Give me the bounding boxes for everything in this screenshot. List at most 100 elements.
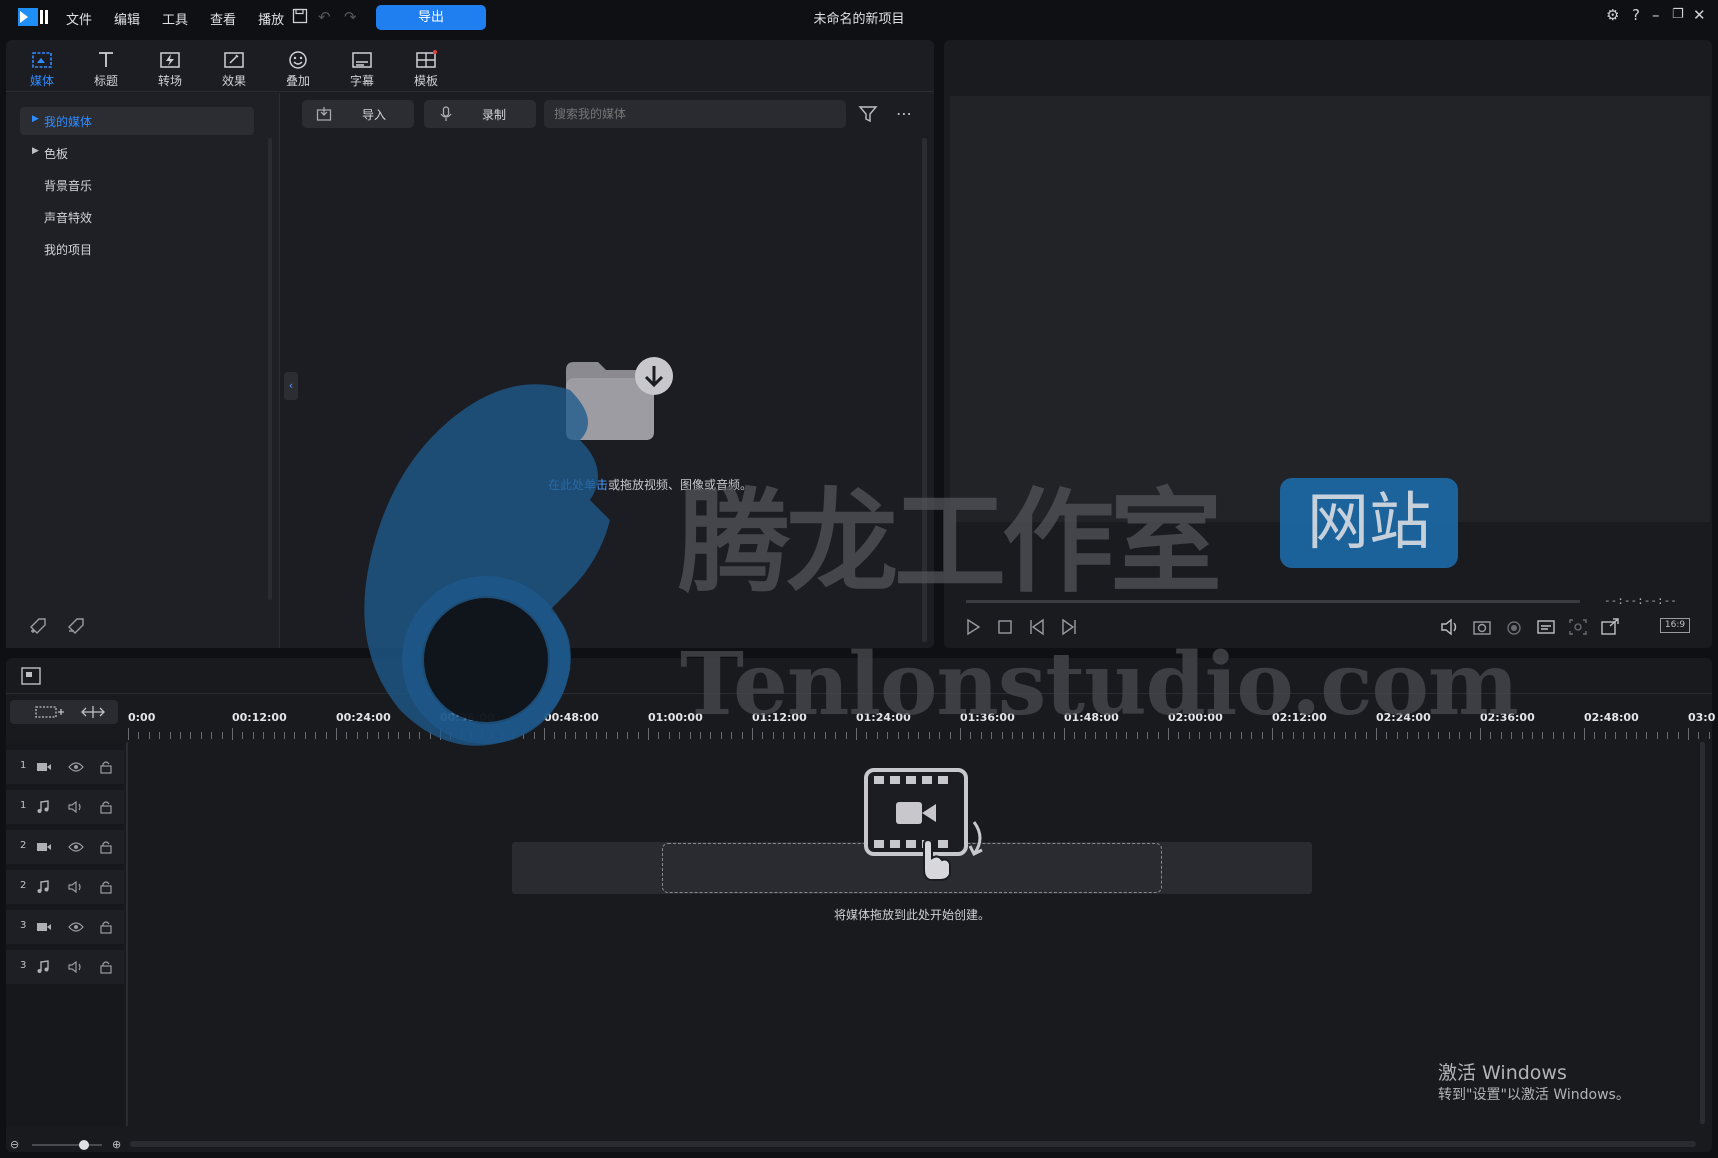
audio-track-icon (36, 960, 50, 977)
app-logo-icon[interactable] (18, 8, 50, 30)
sidebar-scrollbar[interactable] (268, 138, 272, 600)
timeline-horizontal-scrollbar[interactable] (130, 1141, 1696, 1147)
export-button[interactable]: 导出 (376, 5, 486, 30)
import-folder-icon[interactable] (562, 356, 680, 448)
sidebar-item-bg-music[interactable]: 背景音乐 (44, 177, 92, 194)
filter-icon[interactable] (858, 104, 878, 128)
ruler-tick (1168, 728, 1169, 740)
track-header-video-2[interactable]: 2 (6, 830, 124, 864)
menu-tools[interactable]: 工具 (162, 9, 188, 28)
more-options-icon[interactable]: ⋯ (896, 104, 912, 123)
ruler-tick (1324, 732, 1325, 739)
track-header-audio-1[interactable]: 1 (6, 790, 124, 824)
mute-speaker-icon[interactable] (68, 880, 84, 896)
ruler-tick (159, 732, 161, 739)
visibility-eye-icon[interactable] (68, 921, 84, 936)
menu-edit[interactable]: 编辑 (114, 9, 140, 28)
ruler-tick-label: 01:24:00 (856, 711, 911, 724)
undo-icon[interactable]: ↶ (318, 8, 331, 26)
fit-timeline-button[interactable] (68, 700, 118, 724)
timeline-ruler[interactable] (128, 728, 1710, 740)
help-icon[interactable]: ? (1632, 6, 1640, 24)
visibility-eye-icon[interactable] (68, 841, 84, 856)
tab-overlay-label: 叠加 (285, 74, 310, 88)
sidebar-item-my-projects[interactable]: 我的项目 (44, 241, 92, 258)
ruler-tick (720, 732, 722, 739)
ruler-tick (419, 732, 421, 739)
menu-play[interactable]: 播放 (258, 9, 284, 28)
import-button[interactable]: 导入 (302, 100, 414, 128)
lock-icon[interactable] (100, 760, 112, 777)
timeline-view-toggle-icon[interactable] (20, 666, 42, 690)
volume-icon[interactable] (1440, 618, 1460, 636)
ruler-tick (544, 728, 545, 740)
ruler-tick (1646, 732, 1648, 739)
ruler-tick (741, 732, 743, 739)
media-empty-text: 或拖放视频、图像或音频。 (608, 478, 753, 492)
tab-template[interactable]: 模板 (398, 46, 454, 96)
zoom-slider-thumb[interactable] (79, 1140, 89, 1150)
tab-media[interactable]: 媒体 (14, 46, 70, 96)
record-button[interactable]: 录制 (424, 100, 536, 128)
zoom-slider-track[interactable] (32, 1144, 102, 1146)
tab-title[interactable]: 标题 (78, 46, 134, 96)
mute-speaker-icon[interactable] (68, 960, 84, 976)
next-frame-icon[interactable] (1060, 618, 1078, 636)
tab-overlay[interactable]: 叠加 (270, 46, 326, 96)
ruler-tick (1012, 732, 1013, 739)
mute-speaker-icon[interactable] (68, 800, 84, 816)
close-icon[interactable]: ✕ (1693, 6, 1706, 24)
sidebar-item-color-board[interactable]: 色板 (44, 145, 68, 162)
tab-transition[interactable]: 转场 (142, 46, 198, 96)
zoom-out-icon[interactable]: ⊖ (10, 1138, 19, 1151)
zoom-preview-icon[interactable] (1568, 618, 1588, 636)
activation-title: 激活 Windows (1438, 1062, 1567, 1084)
previous-frame-icon[interactable] (1028, 618, 1046, 636)
media-scrollbar[interactable] (922, 138, 927, 642)
collapse-sidebar-button[interactable]: ‹ (284, 372, 298, 400)
aspect-ratio-button[interactable]: 16:9 (1660, 618, 1690, 633)
redo-icon[interactable]: ↷ (344, 8, 357, 26)
track-header-audio-2[interactable]: 2 (6, 870, 124, 904)
library-tabbar: 媒体 标题 转场 效果 叠加 字幕 模板 (6, 40, 934, 92)
ruler-tick (1136, 732, 1138, 739)
tab-effects[interactable]: 效果 (206, 46, 262, 96)
expand-arrow-icon[interactable]: ▶ (32, 114, 39, 124)
stop-icon[interactable] (996, 618, 1014, 636)
visibility-eye-icon[interactable] (68, 761, 84, 776)
snapshot-camera-icon[interactable] (1472, 618, 1492, 636)
zoom-in-icon[interactable]: ⊕ (112, 1138, 121, 1151)
remove-tag-icon[interactable] (66, 616, 88, 640)
track-header-video-3[interactable]: 3 (6, 910, 124, 944)
add-tag-icon[interactable] (28, 616, 50, 640)
ruler-tick (762, 732, 764, 739)
lock-icon[interactable] (100, 960, 112, 977)
settings-gear-icon[interactable]: ⚙ (1606, 6, 1619, 24)
ruler-tick (554, 732, 556, 739)
track-header-video-1[interactable]: 1 (6, 750, 124, 784)
menu-view[interactable]: 查看 (210, 9, 236, 28)
pop-out-icon[interactable] (1600, 618, 1620, 636)
menu-file[interactable]: 文件 (66, 9, 92, 28)
subtitle-toggle-icon[interactable] (1536, 618, 1556, 636)
restore-icon[interactable]: ❐ (1672, 7, 1684, 22)
ruler-tick (1001, 732, 1003, 739)
media-search-input[interactable] (544, 100, 846, 128)
expand-arrow-icon[interactable]: ▶ (32, 146, 39, 156)
click-here-link[interactable]: 在此处单击 (548, 478, 608, 492)
preview-progress-bar[interactable] (966, 600, 1580, 603)
lock-icon[interactable] (100, 840, 112, 857)
minimize-icon[interactable]: – (1652, 6, 1660, 24)
record-preview-icon[interactable] (1504, 618, 1524, 636)
lock-icon[interactable] (100, 920, 112, 937)
tab-subtitle[interactable]: 字幕 (334, 46, 390, 96)
play-icon[interactable] (964, 618, 982, 636)
ruler-tick (398, 732, 400, 739)
save-icon[interactable] (292, 8, 308, 28)
track-header-audio-3[interactable]: 3 (6, 950, 124, 984)
timeline-scrollbar[interactable] (1700, 742, 1705, 1124)
sidebar-item-sound-effects[interactable]: 声音特效 (44, 209, 92, 226)
lock-icon[interactable] (100, 800, 112, 817)
lock-icon[interactable] (100, 880, 112, 897)
ruler-tick (1469, 732, 1471, 739)
